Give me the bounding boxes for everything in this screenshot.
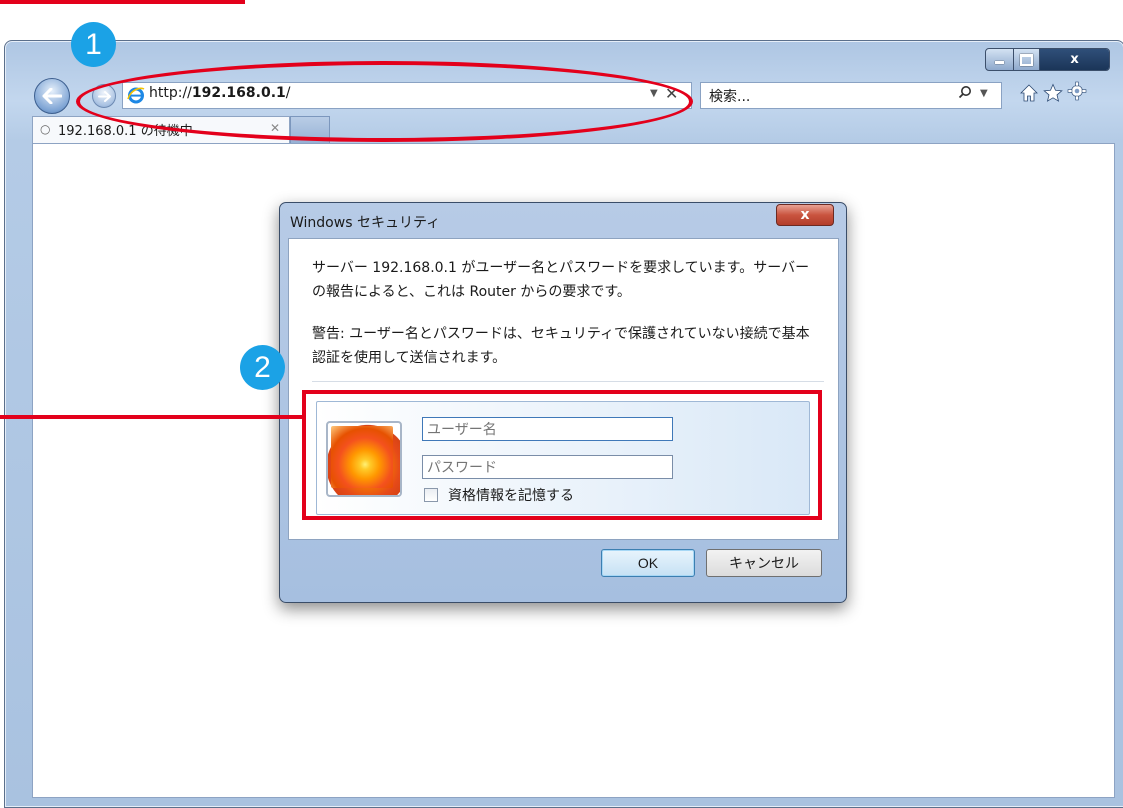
home-icon[interactable] bbox=[1019, 83, 1039, 108]
cancel-button[interactable]: キャンセル bbox=[706, 549, 822, 577]
callout-top-bar bbox=[0, 0, 245, 4]
callout-connector-line bbox=[0, 415, 304, 419]
favorites-star-icon[interactable] bbox=[1043, 83, 1063, 108]
search-dropdown-icon[interactable]: ▼ bbox=[980, 88, 988, 99]
back-button[interactable] bbox=[34, 78, 70, 114]
back-arrow-icon bbox=[42, 88, 62, 104]
ok-button[interactable]: OK bbox=[601, 549, 695, 577]
search-icon[interactable] bbox=[958, 85, 972, 103]
close-icon: x bbox=[800, 207, 810, 223]
dialog-message: サーバー 192.168.0.1 がユーザー名とパスワードを要求しています。サー… bbox=[312, 260, 810, 300]
callout-ellipse-address bbox=[76, 61, 693, 142]
dialog-warning: 警告: ユーザー名とパスワードは、セキュリティで保護されていない接続で基本認証を… bbox=[312, 326, 810, 366]
close-window-button[interactable]: x bbox=[1040, 49, 1109, 70]
callout-rect-credentials bbox=[302, 390, 822, 520]
settings-gear-icon[interactable] bbox=[1067, 81, 1087, 106]
dialog-title: Windows セキュリティ bbox=[290, 215, 441, 231]
minimize-icon bbox=[994, 61, 1004, 64]
dialog-separator bbox=[312, 381, 824, 382]
maximize-icon bbox=[1019, 53, 1033, 66]
search-placeholder: 検索... bbox=[709, 89, 751, 105]
window-controls: x bbox=[985, 48, 1110, 71]
callout-badge-1: 1 bbox=[71, 22, 116, 67]
maximize-button[interactable] bbox=[1014, 49, 1041, 70]
loading-icon: ○ bbox=[40, 122, 51, 136]
minimize-button[interactable] bbox=[986, 49, 1014, 70]
dialog-close-button[interactable]: x bbox=[776, 204, 834, 226]
callout-badge-2: 2 bbox=[240, 345, 285, 390]
